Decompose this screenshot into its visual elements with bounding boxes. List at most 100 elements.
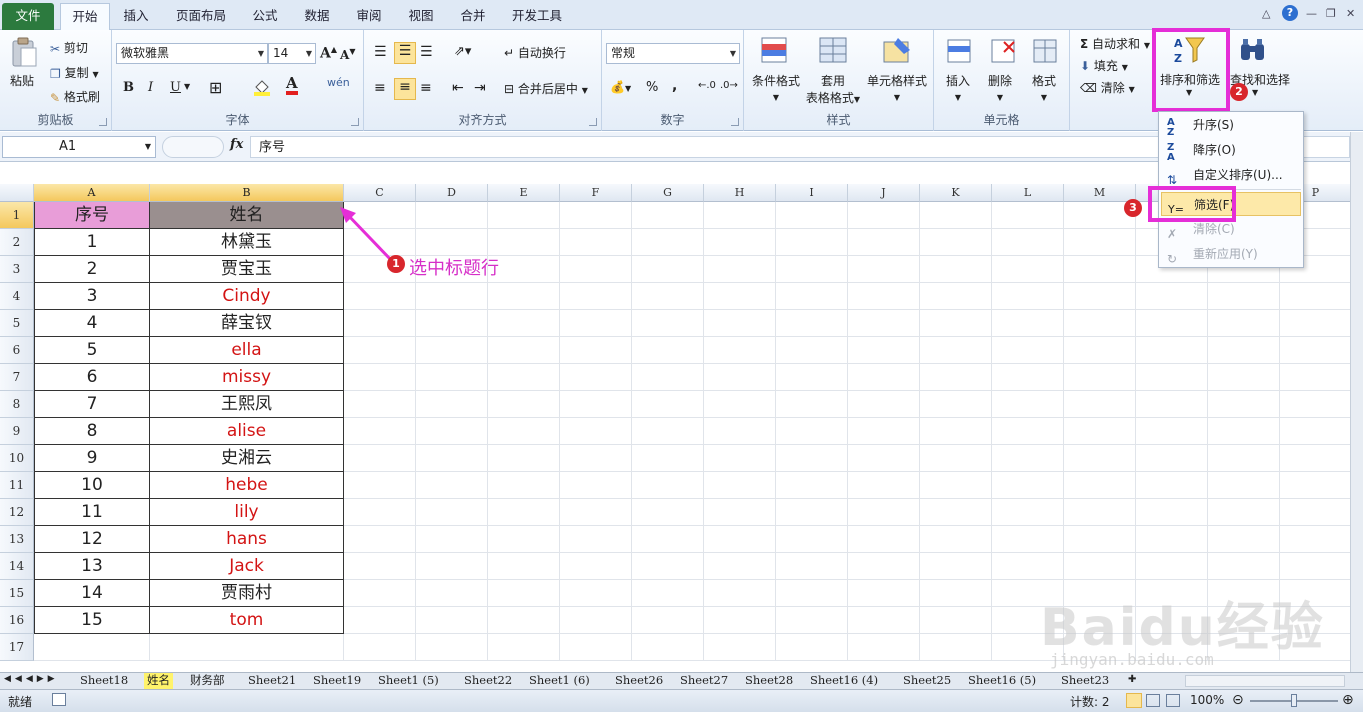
empty-cell[interactable] [1064, 256, 1136, 283]
empty-cell[interactable] [704, 445, 776, 472]
empty-cell[interactable] [560, 391, 632, 418]
empty-cell[interactable] [1280, 553, 1350, 580]
table-cell-seq[interactable]: 11 [34, 499, 150, 526]
table-cell-name[interactable]: Jack [150, 553, 344, 580]
column-header[interactable]: D [416, 184, 488, 202]
empty-cell[interactable] [992, 256, 1064, 283]
horizontal-scrollbar[interactable] [1185, 675, 1345, 687]
empty-cell[interactable] [1136, 553, 1208, 580]
empty-cell[interactable] [632, 391, 704, 418]
empty-cell[interactable] [992, 337, 1064, 364]
tab-review[interactable]: 审阅 [348, 3, 390, 30]
percent-button[interactable]: % [646, 80, 658, 95]
empty-cell[interactable] [344, 364, 416, 391]
table-cell-seq[interactable]: 14 [34, 580, 150, 607]
empty-cell[interactable] [560, 526, 632, 553]
empty-cell[interactable] [416, 202, 488, 229]
sheet-tab[interactable]: Sheet27 [680, 673, 728, 689]
empty-cell[interactable] [776, 634, 848, 661]
table-cell-seq[interactable]: 6 [34, 364, 150, 391]
empty-cell[interactable] [848, 283, 920, 310]
menu-item-sort-ascending[interactable]: A Z 升序(S) [1159, 113, 1303, 138]
empty-cell[interactable] [344, 607, 416, 634]
empty-cell[interactable] [776, 391, 848, 418]
column-header[interactable]: B [150, 184, 344, 202]
sheet-tab[interactable]: Sheet16 (5) [968, 673, 1036, 689]
column-header[interactable]: E [488, 184, 560, 202]
sheet-tab-active[interactable]: 姓名 [144, 673, 173, 689]
empty-cell[interactable] [1064, 445, 1136, 472]
empty-cell[interactable] [704, 499, 776, 526]
font-name-combo[interactable]: 微软雅黑 ▼ [116, 43, 268, 64]
empty-cell[interactable] [776, 445, 848, 472]
empty-cell[interactable] [632, 202, 704, 229]
empty-cell[interactable] [560, 634, 632, 661]
phonetic-icon[interactable]: wén [327, 76, 350, 89]
delete-cells-button[interactable]: 删除 ▼ [988, 72, 1012, 103]
empty-cell[interactable] [704, 526, 776, 553]
tab-page-layout[interactable]: 页面布局 [168, 3, 234, 30]
empty-cell[interactable] [416, 418, 488, 445]
conditional-format-button[interactable]: 条件格式 ▼ [752, 72, 800, 103]
clear-button[interactable]: ⌫ 清除 ▼ [1080, 79, 1135, 96]
empty-cell[interactable] [704, 553, 776, 580]
row-header[interactable]: 5 [0, 310, 34, 337]
empty-cell[interactable] [848, 418, 920, 445]
empty-cell[interactable] [920, 364, 992, 391]
sheet-tab[interactable]: Sheet26 [615, 673, 663, 689]
normal-view-icon[interactable] [1126, 693, 1142, 708]
empty-cell[interactable] [344, 418, 416, 445]
empty-cell[interactable] [632, 526, 704, 553]
table-cell-seq[interactable]: 9 [34, 445, 150, 472]
close-icon[interactable]: ✕ [1346, 7, 1355, 20]
row-header[interactable]: 17 [0, 634, 34, 661]
empty-cell[interactable] [776, 283, 848, 310]
table-cell-seq[interactable]: 1 [34, 229, 150, 256]
empty-cell[interactable] [344, 283, 416, 310]
font-launcher-icon[interactable] [351, 118, 359, 126]
empty-cell[interactable] [920, 472, 992, 499]
comma-button[interactable]: , [672, 78, 677, 94]
empty-cell[interactable] [488, 607, 560, 634]
empty-cell[interactable] [704, 202, 776, 229]
empty-cell[interactable] [776, 229, 848, 256]
table-cell-name[interactable]: hebe [150, 472, 344, 499]
empty-cell[interactable] [344, 634, 416, 661]
empty-cell[interactable] [632, 229, 704, 256]
empty-cell[interactable] [1064, 310, 1136, 337]
empty-cell[interactable] [416, 499, 488, 526]
new-sheet-icon[interactable]: ✚ [1128, 674, 1136, 685]
empty-cell[interactable] [632, 256, 704, 283]
empty-cell[interactable] [150, 634, 344, 661]
empty-cell[interactable] [1064, 472, 1136, 499]
sheet-tab[interactable]: Sheet23 [1061, 673, 1125, 689]
sheet-nav-arrows-icon[interactable]: ◀◀◀▶▶ [4, 674, 59, 684]
empty-cell[interactable] [488, 310, 560, 337]
empty-cell[interactable] [848, 310, 920, 337]
increase-indent-icon[interactable]: ⇥ [474, 80, 486, 96]
row-header[interactable]: 15 [0, 580, 34, 607]
empty-cell[interactable] [920, 337, 992, 364]
zoom-level[interactable]: 100% [1190, 693, 1224, 707]
empty-cell[interactable] [920, 391, 992, 418]
empty-cell[interactable] [848, 445, 920, 472]
empty-cell[interactable] [1280, 526, 1350, 553]
empty-cell[interactable] [488, 634, 560, 661]
select-all-corner[interactable] [0, 184, 34, 202]
empty-cell[interactable] [920, 634, 992, 661]
format-painter-button[interactable]: ✎ 格式刷 [50, 88, 100, 105]
empty-cell[interactable] [344, 472, 416, 499]
row-header[interactable]: 1 [0, 202, 34, 229]
empty-cell[interactable] [848, 256, 920, 283]
empty-cell[interactable] [632, 337, 704, 364]
insert-cells-icon[interactable] [944, 36, 974, 66]
empty-cell[interactable] [992, 472, 1064, 499]
sheet-tab[interactable]: Sheet22 [464, 673, 512, 689]
sheet-tab[interactable]: Sheet1 (6) [529, 673, 590, 689]
empty-cell[interactable] [776, 256, 848, 283]
empty-cell[interactable] [704, 391, 776, 418]
empty-cell[interactable] [1136, 364, 1208, 391]
copy-button[interactable]: ❐ 复制 ▼ [50, 64, 99, 81]
row-header[interactable]: 10 [0, 445, 34, 472]
binoculars-icon[interactable] [1238, 36, 1268, 66]
